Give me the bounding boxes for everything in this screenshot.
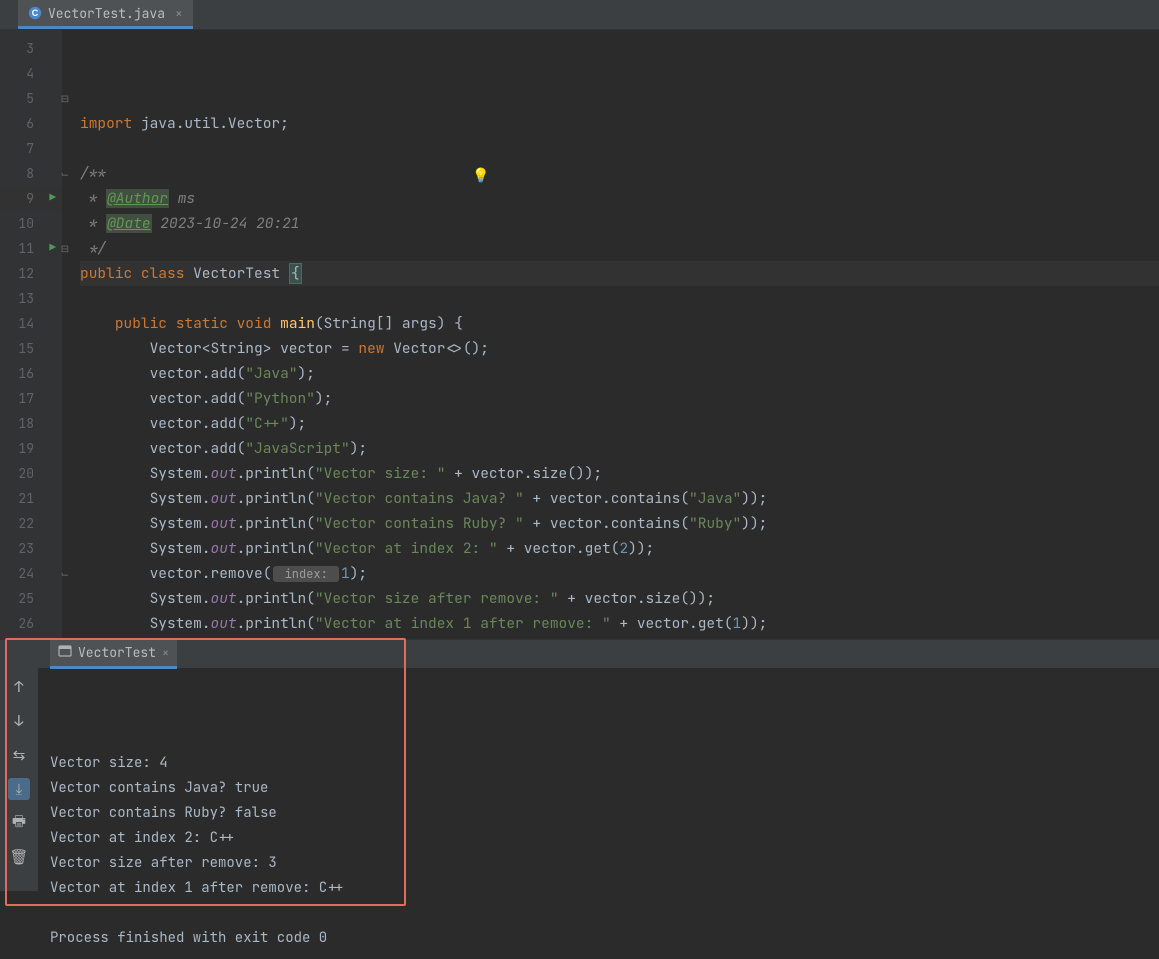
line-number[interactable]: 21 <box>0 486 62 511</box>
console-line: Vector contains Ruby? false <box>50 801 1147 826</box>
line-number[interactable]: 22 <box>0 511 62 536</box>
run-gutter-icon[interactable]: ▶ <box>49 236 56 261</box>
line-number[interactable]: 4 <box>0 61 62 86</box>
svg-text:C: C <box>32 8 39 18</box>
console-line: Vector contains Java? true <box>50 776 1147 801</box>
line-number[interactable]: 9▶ <box>0 186 62 211</box>
close-tab-icon[interactable]: × <box>175 5 183 22</box>
line-number[interactable]: 17 <box>0 386 62 411</box>
console-output[interactable]: Vector size: 4Vector contains Java? true… <box>38 668 1159 959</box>
up-button[interactable]: ↑ <box>8 676 30 698</box>
run-tab-label: VectorTest <box>78 644 156 661</box>
line-number[interactable]: 23 <box>0 536 62 561</box>
code-line[interactable]: System.out.println("Vector at index 2: "… <box>80 536 1159 561</box>
code-editor[interactable]: 💡 import java.util.Vector; /** * @Author… <box>62 30 1159 639</box>
line-number[interactable]: 11▶⊟ <box>0 236 62 261</box>
line-number[interactable]: 26 <box>0 611 62 636</box>
line-number[interactable]: 19 <box>0 436 62 461</box>
line-number[interactable]: 12 <box>0 261 62 286</box>
line-number[interactable]: 5⊟ <box>0 86 62 111</box>
console-icon <box>58 644 72 662</box>
intention-bulb-icon[interactable]: 💡 <box>472 164 489 189</box>
line-number[interactable]: 16 <box>0 361 62 386</box>
java-class-icon: C <box>28 6 42 20</box>
console-line: Vector at index 2: C++ <box>50 826 1147 851</box>
code-line[interactable]: vector.add("JavaScript"); <box>80 436 1159 461</box>
line-number[interactable]: 15 <box>0 336 62 361</box>
code-line[interactable]: public static void main(String[] args) { <box>80 311 1159 336</box>
soft-wrap-button[interactable]: ⇆ <box>8 744 30 766</box>
console-line: Process finished with exit code 0 <box>50 926 1147 951</box>
run-toolbar: ↑ ↓ ⇆ ⤓ 🖶 🗑 <box>0 640 38 891</box>
code-line[interactable]: } <box>80 636 1159 639</box>
line-number[interactable]: 3 <box>0 36 62 61</box>
console-line <box>50 901 1147 926</box>
console-line: Vector size after remove: 3 <box>50 851 1147 876</box>
line-number[interactable]: 13 <box>0 286 62 311</box>
code-line[interactable]: System.out.println("Vector at index 1 af… <box>80 611 1159 636</box>
code-line[interactable] <box>80 286 1159 311</box>
run-config-tab[interactable]: VectorTest × <box>50 640 177 669</box>
code-line[interactable]: vector.add("Python"); <box>80 386 1159 411</box>
scroll-to-end-button[interactable]: ⤓ <box>8 778 30 800</box>
code-line[interactable]: vector.add("C++"); <box>80 411 1159 436</box>
line-number[interactable]: 6 <box>0 111 62 136</box>
code-line[interactable]: vector.add("Java"); <box>80 361 1159 386</box>
code-line[interactable]: import java.util.Vector; <box>80 111 1159 136</box>
code-line[interactable]: * @Date 2023-10-24 20:21 <box>80 211 1159 236</box>
line-number[interactable]: 8⌙ <box>0 161 62 186</box>
line-number[interactable]: 18 <box>0 411 62 436</box>
code-line[interactable]: System.out.println("Vector size after re… <box>80 586 1159 611</box>
code-line[interactable]: System.out.println("Vector size: " + vec… <box>80 461 1159 486</box>
line-number[interactable]: 24⌙ <box>0 561 62 586</box>
console-line: Vector size: 4 <box>50 751 1147 776</box>
code-line[interactable] <box>80 136 1159 161</box>
editor-tab-bar: C VectorTest.java × <box>0 0 1159 30</box>
close-run-tab-icon[interactable]: × <box>162 645 169 661</box>
run-header: VectorTest × <box>38 640 1159 668</box>
line-number[interactable]: 7 <box>0 136 62 161</box>
run-gutter-icon[interactable]: ▶ <box>49 186 56 211</box>
code-line[interactable]: * @Author ms <box>80 186 1159 211</box>
editor-area: 345⊟678⌙9▶1011▶⊟121314151617181920212223… <box>0 30 1159 639</box>
run-tool-window: ↑ ↓ ⇆ ⤓ 🖶 🗑 VectorTest × Vector size: 4V… <box>0 639 1159 891</box>
down-button[interactable]: ↓ <box>8 710 30 732</box>
line-number[interactable]: 10 <box>0 211 62 236</box>
code-line[interactable]: vector.remove( index: 1); <box>80 561 1159 586</box>
line-number-gutter[interactable]: 345⊟678⌙9▶1011▶⊟121314151617181920212223… <box>0 30 62 639</box>
code-line[interactable]: System.out.println("Vector contains Java… <box>80 486 1159 511</box>
file-tab-label: VectorTest.java <box>48 5 165 22</box>
code-line[interactable]: System.out.println("Vector contains Ruby… <box>80 511 1159 536</box>
code-line[interactable]: Vector<String> vector = new Vector<>(); <box>80 336 1159 361</box>
code-line[interactable]: public class VectorTest { <box>80 261 1159 286</box>
console-line: Vector at index 1 after remove: C++ <box>50 876 1147 901</box>
run-content: VectorTest × Vector size: 4Vector contai… <box>38 640 1159 891</box>
code-line[interactable]: /** <box>80 161 1159 186</box>
file-tab[interactable]: C VectorTest.java × <box>18 0 193 29</box>
code-line[interactable]: */ <box>80 236 1159 261</box>
clear-button[interactable]: 🗑 <box>8 846 30 868</box>
line-number[interactable]: 14 <box>0 311 62 336</box>
print-button[interactable]: 🖶 <box>8 812 30 834</box>
line-number[interactable]: 25 <box>0 586 62 611</box>
line-number[interactable]: 20 <box>0 461 62 486</box>
